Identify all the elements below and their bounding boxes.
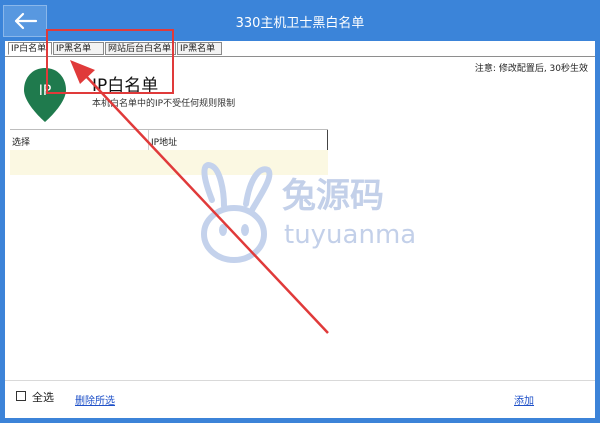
ip-table: 选择 IP地址 <box>10 129 328 175</box>
column-header-select[interactable]: 选择 <box>12 135 30 148</box>
select-all-label[interactable]: 全选 <box>32 389 54 405</box>
table-row[interactable] <box>10 150 328 175</box>
column-header-ip[interactable]: IP地址 <box>151 135 177 148</box>
table-header: 选择 IP地址 <box>10 129 328 151</box>
section-description: 本机白名单中的IP不受任何规则限制 <box>92 99 236 109</box>
add-link[interactable]: 添加 <box>514 392 534 407</box>
tab-ip-blacklist-2[interactable]: IP黑名单 <box>177 42 222 55</box>
annotation-highlight-box <box>46 29 174 94</box>
select-all-checkbox[interactable] <box>16 391 26 401</box>
footer-divider <box>5 380 595 381</box>
delete-selected-link[interactable]: 删除所选 <box>75 392 115 407</box>
config-hint: 注意: 修改配置后, 30秒生效 <box>474 64 588 74</box>
column-end-divider <box>327 130 328 150</box>
column-divider <box>148 130 149 150</box>
